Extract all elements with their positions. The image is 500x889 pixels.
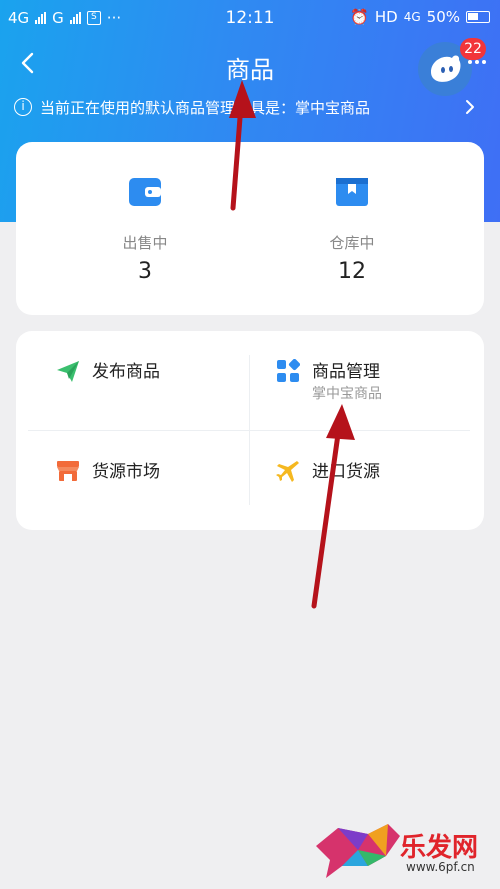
annotation-arrow-management	[311, 404, 355, 609]
annotation-arrow-title	[229, 80, 256, 211]
annotation-arrows	[229, 80, 355, 609]
watermark-url: www.6pf.cn	[406, 860, 475, 874]
watermark-text: 乐发网	[400, 833, 479, 863]
